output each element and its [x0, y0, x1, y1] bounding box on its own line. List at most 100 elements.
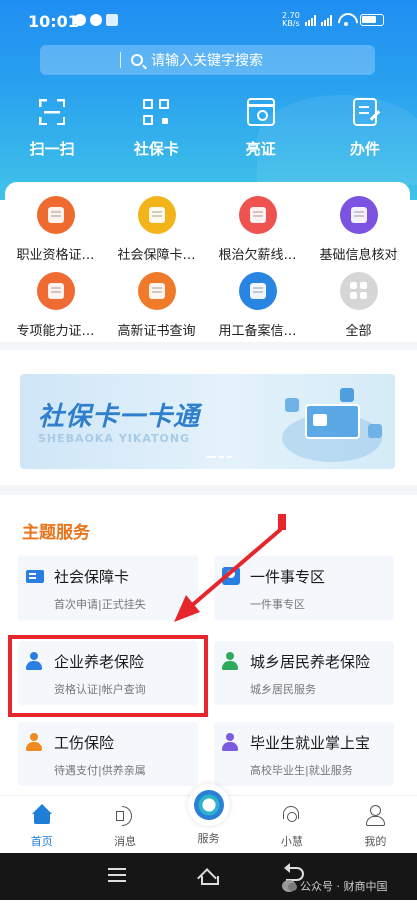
quick-show-id-label: 亮证	[245, 140, 276, 158]
battery-icon	[359, 14, 384, 26]
grid-item-label: 全部	[345, 324, 372, 339]
section-divider	[0, 485, 417, 495]
tab-services[interactable]: 服务	[167, 784, 250, 853]
section-title: 主题服务	[22, 523, 90, 543]
tile-resident-pension[interactable]: 城乡居民养老保险 城乡居民服务	[214, 641, 394, 705]
status-bar: 10:01 2.70 KB/s	[0, 0, 417, 44]
quick-social-card-label: 社保卡	[133, 140, 179, 158]
high-tech-certificate-icon	[137, 272, 176, 310]
signal-icon	[304, 14, 316, 26]
tile-one-thing-zone[interactable]: 一件事专区 一件事专区	[214, 556, 394, 620]
tile-subtitle: 待遇支付|供养亲属	[54, 764, 146, 777]
quick-cases-button[interactable]: 办件	[313, 98, 417, 159]
home-icon	[31, 804, 53, 826]
tile-title: 工伤保险	[54, 734, 115, 752]
banner-float-icon	[368, 424, 382, 438]
tile-title: 一件事专区	[250, 568, 326, 586]
grid-item-social-card[interactable]: 社会保障卡…	[106, 196, 207, 263]
headset-icon	[281, 804, 303, 826]
tile-subtitle: 一件事专区	[250, 598, 305, 611]
certificate-icon	[36, 196, 75, 234]
grid-item-all[interactable]: 全部	[308, 272, 409, 339]
status-right: 2.70 KB/s	[282, 12, 384, 28]
wifi-icon	[337, 13, 355, 27]
tab-label: 服务	[197, 832, 220, 845]
grid-item-label: 社会保障卡…	[117, 248, 196, 263]
quick-cases-label: 办件	[349, 140, 380, 158]
quick-scan-label: 扫一扫	[29, 140, 75, 158]
promo-banner[interactable]: 社保卡一卡通 SHEBAOKA YIKATONG	[20, 374, 395, 469]
id-card-icon	[246, 98, 275, 126]
watermark: 公众号 · 财商中国	[282, 878, 388, 894]
tile-subtitle: 首次申请|正式挂失	[54, 598, 146, 611]
search-input[interactable]: 请输入关键字搜索	[40, 45, 375, 75]
grid-item-wage-clue[interactable]: 根治欠薪线…	[207, 196, 308, 263]
banner-float-icon	[285, 398, 299, 412]
document-edit-icon	[352, 98, 377, 126]
quick-scan-button[interactable]: 扫一扫	[0, 98, 104, 159]
chat-icon	[74, 14, 86, 26]
all-grid-icon	[339, 272, 378, 310]
grid-item-employment-record[interactable]: 用工备案信…	[207, 272, 308, 339]
system-home-icon[interactable]	[198, 866, 219, 885]
grid-item-label: 专项能力证…	[16, 324, 95, 339]
grid-item-ability-cert[interactable]: 专项能力证…	[5, 272, 106, 339]
bottom-tab-bar: 首页 消息 服务 小慧 我的	[0, 784, 417, 853]
section-divider	[0, 342, 417, 350]
employment-record-icon	[238, 272, 277, 310]
wage-clue-icon	[238, 196, 277, 234]
grid-item-vocational-cert[interactable]: 职业资格证…	[5, 196, 106, 263]
service-logo-icon	[187, 784, 230, 826]
signal-2-icon	[320, 14, 332, 26]
banner-float-icon	[340, 388, 354, 402]
grid-item-label: 高新证书查询	[117, 324, 196, 339]
quick-social-card-button[interactable]: 社保卡	[104, 98, 208, 159]
services-grid: 职业资格证… 社会保障卡… 根治欠薪线… 基础信息核对 专项能力证… 高新证书查…	[5, 182, 410, 342]
status-notification-icons	[74, 14, 118, 26]
tile-social-security-card[interactable]: 社会保障卡 首次申请|正式挂失	[18, 556, 198, 620]
tab-label: 消息	[114, 835, 137, 848]
grid-item-info-check[interactable]: 基础信息核对	[308, 196, 409, 263]
annotation-arrow-tail	[278, 514, 286, 530]
tile-graduate-employment[interactable]: 毕业生就业掌上宝 高校毕业生|就业服务	[214, 722, 394, 786]
wechat-icon	[282, 880, 297, 892]
tile-work-injury[interactable]: 工伤保险 待遇支付|供养亲属	[18, 722, 198, 786]
tile-title: 城乡居民养老保险	[250, 653, 371, 671]
person-badge-icon	[222, 567, 240, 585]
tab-assistant[interactable]: 小慧	[250, 796, 333, 853]
tab-home[interactable]: 首页	[0, 796, 83, 853]
tab-messages[interactable]: 消息	[83, 796, 166, 853]
tab-profile[interactable]: 我的	[334, 796, 417, 853]
app-notification-icon	[106, 14, 118, 26]
grid-item-high-tech-cert[interactable]: 高新证书查询	[106, 272, 207, 339]
speaker-icon	[114, 804, 136, 826]
grid-item-label: 根治欠薪线…	[218, 248, 297, 263]
top-quick-nav: 扫一扫 社保卡 亮证 办件	[0, 98, 417, 159]
cloud-icon	[90, 14, 102, 26]
quick-show-id-button[interactable]: 亮证	[209, 98, 313, 159]
banner-subtitle: SHEBAOKA YIKATONG	[38, 432, 191, 445]
menu-icon[interactable]	[108, 868, 126, 882]
tile-title: 毕业生就业掌上宝	[250, 734, 371, 752]
scan-icon	[38, 98, 66, 126]
bottom-edge	[0, 900, 417, 907]
annotation-highlight-box	[8, 635, 208, 717]
qr-code-icon	[142, 98, 170, 126]
tile-title: 社会保障卡	[54, 568, 130, 586]
banner-card-icon	[305, 404, 360, 439]
search-cursor	[120, 52, 121, 68]
banner-title: 社保卡一卡通	[38, 402, 201, 432]
info-check-icon	[339, 196, 378, 234]
network-speed-unit: KB/s	[282, 19, 300, 28]
grid-item-label: 基础信息核对	[319, 248, 398, 263]
banner-pagination	[206, 456, 232, 458]
status-time: 10:01	[28, 12, 79, 31]
grid-item-label: 用工备案信…	[218, 324, 297, 339]
tile-subtitle: 城乡居民服务	[250, 683, 316, 696]
social-security-card-icon	[137, 196, 176, 234]
tab-label: 我的	[364, 835, 387, 848]
network-speed: 2.70 KB/s	[282, 12, 300, 28]
watermark-text: 公众号 · 财商中国	[300, 880, 388, 893]
user-icon	[364, 804, 386, 826]
search-placeholder: 请输入关键字搜索	[151, 53, 263, 69]
